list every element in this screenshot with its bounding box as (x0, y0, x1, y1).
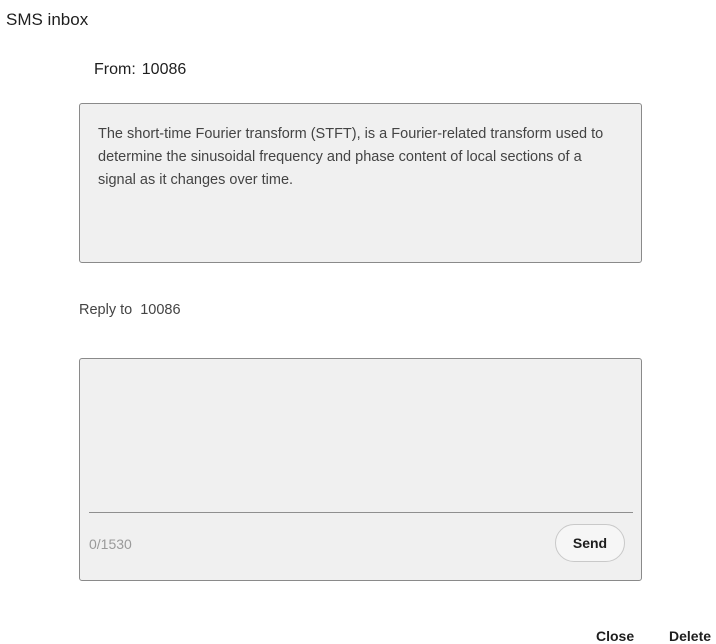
reply-recipient-row: Reply to 10086 (79, 302, 181, 318)
sender-number: 10086 (141, 61, 187, 78)
reply-divider (89, 512, 633, 513)
reply-label: Reply to (79, 302, 133, 318)
send-button[interactable]: Send (555, 524, 625, 562)
message-body-text: The short-time Fourier transform (STFT),… (98, 126, 604, 188)
sender-row: From: 10086 (94, 61, 186, 79)
close-button[interactable]: Close (596, 628, 634, 644)
page-title: SMS inbox (6, 10, 89, 29)
reply-number: 10086 (140, 302, 181, 318)
message-body-box: The short-time Fourier transform (STFT),… (79, 103, 642, 263)
reply-compose-box: 0/1530 Send (79, 358, 642, 581)
from-label: From: (94, 61, 136, 78)
delete-button[interactable]: Delete (669, 628, 711, 644)
character-counter: 0/1530 (89, 536, 132, 552)
reply-textarea[interactable] (89, 367, 636, 511)
